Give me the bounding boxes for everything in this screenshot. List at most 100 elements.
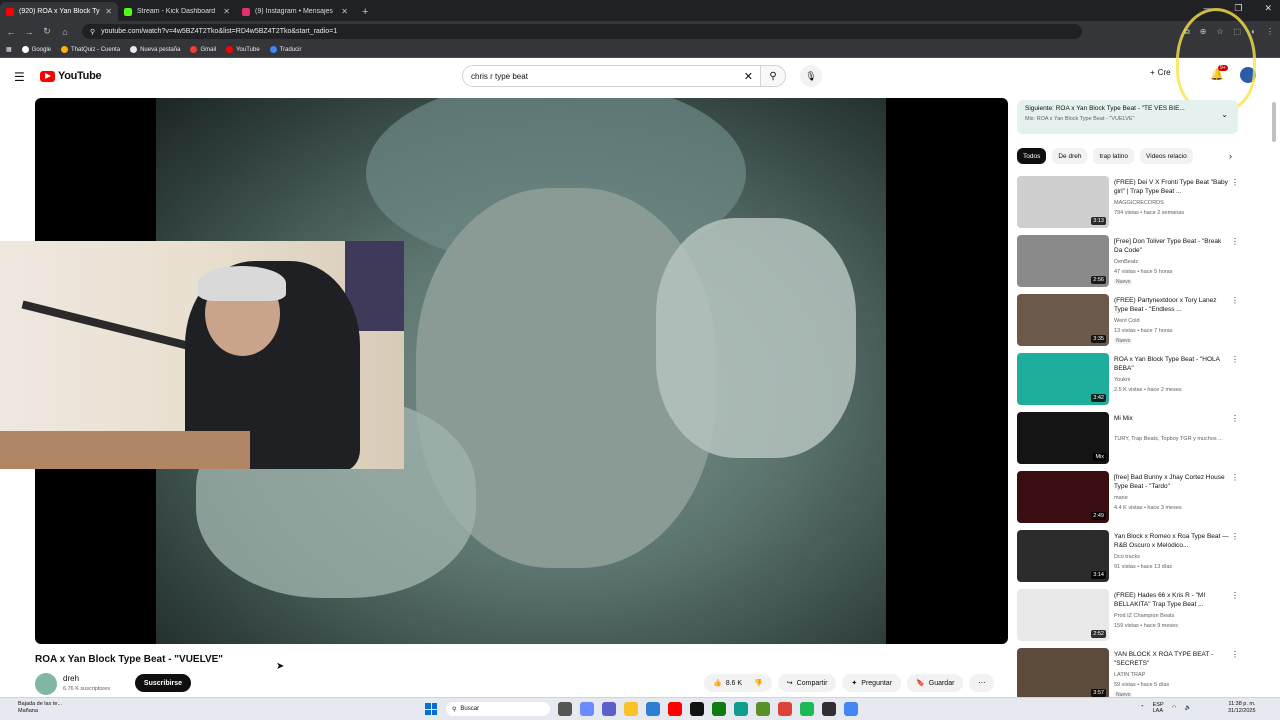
recommendation-item[interactable]: 3:42 ROA x Yan Block Type Beat - "HOLA B…	[1017, 353, 1242, 412]
more-vert-icon[interactable]: ⋮	[1231, 532, 1239, 541]
channel-avatar[interactable]	[35, 673, 57, 695]
reload-icon[interactable]: ↻	[42, 26, 52, 37]
store-icon[interactable]	[646, 702, 660, 716]
address-bar[interactable]: ⚲ youtube.com/watch?v=4w5BZ4T2Tko&list=R…	[82, 24, 1082, 39]
menu-dots-icon[interactable]: ⋮	[1266, 27, 1274, 37]
video-thumbnail[interactable]: 3:35	[1017, 294, 1109, 346]
rec-channel[interactable]: LATIN TRAP	[1114, 672, 1229, 678]
more-vert-icon[interactable]: ⋮	[1231, 473, 1239, 482]
rec-channel[interactable]: TURY, Trap Beats, Topboy TGR y muchos ..…	[1114, 436, 1229, 442]
install-app-icon[interactable]: ⧉	[1184, 27, 1190, 37]
file-explorer-icon[interactable]	[624, 702, 638, 716]
bookmark-thatquiz[interactable]: ThatQuiz - Cuenta	[61, 46, 120, 53]
weather-widget[interactable]: Bajada de las te... Mañana	[18, 701, 62, 715]
wifi-icon[interactable]: ◠	[1172, 705, 1177, 711]
site-info-icon[interactable]: ⚲	[90, 28, 95, 36]
rec-title[interactable]: Mi Mix	[1114, 414, 1229, 423]
rec-title[interactable]: (FREE) Hades 66 x Kris R - "MI BELLAKITA…	[1114, 591, 1229, 609]
bookmark-star-icon[interactable]: ☆	[1216, 27, 1223, 37]
channel-name[interactable]: dreh	[63, 674, 79, 683]
new-tab-button[interactable]: +	[354, 2, 376, 21]
forward-icon[interactable]: →	[24, 27, 34, 37]
volume-icon[interactable]: 🔈	[1184, 705, 1191, 711]
close-tab-icon[interactable]: ✕	[105, 7, 112, 16]
chevron-down-icon[interactable]: ⌄	[1221, 110, 1228, 119]
maximize-icon[interactable]: ❐	[1234, 3, 1242, 14]
page-scrollbar[interactable]	[1272, 96, 1278, 696]
search-input[interactable]: chris r type beat ✕	[462, 65, 762, 87]
teams-icon[interactable]	[602, 702, 616, 716]
more-vert-icon[interactable]: ⋮	[1231, 355, 1239, 364]
browser-tab-youtube[interactable]: (920) ROA x Yan Block Type ✕	[0, 2, 118, 21]
bookmark-google[interactable]: Google	[21, 46, 51, 53]
rec-channel[interactable]: mane	[1114, 495, 1229, 501]
chrome-profile-icon[interactable]	[844, 702, 858, 716]
obs-icon[interactable]	[822, 702, 836, 716]
minecraft-icon[interactable]	[756, 702, 770, 716]
spotify-icon[interactable]	[800, 702, 814, 716]
subscribe-button[interactable]: Suscribirse	[135, 674, 191, 692]
more-vert-icon[interactable]: ⋮	[1231, 296, 1239, 305]
youtube-logo[interactable]: YouTube	[40, 70, 102, 82]
recommendation-item[interactable]: 2:49 [free] Bad Bunny x Jhay Cortez Hous…	[1017, 471, 1242, 530]
chip-videos-relacionados[interactable]: Videos relacio	[1140, 148, 1193, 164]
chevron-right-icon[interactable]: ›	[1229, 151, 1232, 161]
up-next-panel[interactable]: Siguiente: ROA x Yan Block Type Beat - "…	[1017, 100, 1238, 134]
profile-icon[interactable]: ◐	[1251, 27, 1256, 37]
close-window-icon[interactable]: ✕	[1264, 3, 1272, 14]
video-thumbnail[interactable]: 2:56	[1017, 235, 1109, 287]
video-thumbnail[interactable]: 3:13	[1017, 176, 1109, 228]
recommendation-item[interactable]: Mix Mi Mix TURY, Trap Beats, Topboy TGR …	[1017, 412, 1242, 471]
rec-title[interactable]: Yan Block x Romeo x Roa Type Beat — R&B …	[1114, 532, 1229, 550]
more-vert-icon[interactable]: ⋮	[1231, 650, 1239, 659]
copilot-icon[interactable]	[580, 702, 594, 716]
system-clock[interactable]: 11:38 p. m. 31/12/2025	[1228, 701, 1256, 715]
rec-title[interactable]: YAN BLOCK X ROA TYPE BEAT - "SECRETS"	[1114, 650, 1229, 668]
video-thumbnail[interactable]: 2:52	[1017, 589, 1109, 641]
more-actions-button[interactable]: ⋯	[969, 674, 995, 692]
dislike-icon[interactable]: 👎	[754, 679, 763, 687]
more-vert-icon[interactable]: ⋮	[1231, 414, 1239, 423]
tiktok-icon[interactable]	[690, 702, 704, 716]
chip-trap-latino[interactable]: trap latino	[1093, 148, 1135, 164]
rec-title[interactable]: ROA x Yan Block Type Beat - "HOLA BEBA"	[1114, 355, 1229, 373]
rec-channel[interactable]: Prod IZ Champion Beats	[1114, 613, 1229, 619]
scrollbar-thumb[interactable]	[1272, 102, 1276, 142]
more-vert-icon[interactable]: ⋮	[1231, 591, 1239, 600]
search-button[interactable]: ⚲	[760, 65, 786, 87]
browser-tab-kick[interactable]: Stream - Kick Dashboard ✕	[118, 2, 236, 21]
voice-search-button[interactable]: 🎙	[800, 65, 822, 87]
rec-title[interactable]: [Free] Don Toliver Type Beat - "Break Da…	[1114, 237, 1229, 255]
chip-de-dreh[interactable]: De dreh	[1052, 148, 1088, 164]
bookmark-new-tab[interactable]: Nueva pestaña	[130, 46, 180, 53]
rec-title[interactable]: (FREE) Dei V X Fronti Type Beat "Baby gi…	[1114, 178, 1229, 196]
clear-search-icon[interactable]: ✕	[744, 70, 753, 83]
zoom-icon[interactable]: ⊕	[1200, 27, 1207, 37]
close-tab-icon[interactable]: ✕	[341, 7, 348, 16]
recommendation-item[interactable]: 3:35 (FREE) Partynextdoor x Tory Lanez T…	[1017, 294, 1242, 353]
recommendation-item[interactable]: 2:52 (FREE) Hades 66 x Kris R - "MI BELL…	[1017, 589, 1242, 648]
rec-channel[interactable]: MAGGICRECORDS	[1114, 200, 1229, 206]
apps-grid-icon[interactable]: ▦	[6, 46, 12, 53]
rec-channel[interactable]: Went Cold	[1114, 318, 1229, 324]
user-avatar[interactable]	[1240, 67, 1256, 83]
edge-icon[interactable]	[734, 702, 748, 716]
rec-channel[interactable]: DenBeatz	[1114, 259, 1229, 265]
video-thumbnail[interactable]: 2:49	[1017, 471, 1109, 523]
rec-title[interactable]: (FREE) Partynextdoor x Tory Lanez Type B…	[1114, 296, 1229, 314]
youtube-app-icon[interactable]	[668, 702, 682, 716]
bookmark-youtube[interactable]: YouTube	[226, 46, 260, 53]
share-button[interactable]: ↪ Compartir	[777, 674, 837, 692]
ask-button[interactable]: ✦ Preguntar	[842, 674, 902, 692]
chip-todos[interactable]: Todos	[1017, 148, 1047, 164]
bookmark-translate[interactable]: Traducir	[269, 46, 301, 53]
recommendation-item[interactable]: 3:14 Yan Block x Romeo x Roa Type Beat —…	[1017, 530, 1242, 589]
task-view-icon[interactable]	[558, 702, 572, 716]
back-icon[interactable]: ←	[6, 27, 16, 37]
xbox-icon[interactable]	[712, 702, 726, 716]
like-button[interactable]: 👍 8.6 K 👎	[704, 674, 772, 692]
create-button[interactable]: + Cre	[1150, 68, 1171, 77]
mix-thumbnail[interactable]: Mix	[1017, 412, 1109, 464]
rec-title[interactable]: [free] Bad Bunny x Jhay Cortez House Typ…	[1114, 473, 1229, 491]
more-vert-icon[interactable]: ⋮	[1231, 178, 1239, 187]
